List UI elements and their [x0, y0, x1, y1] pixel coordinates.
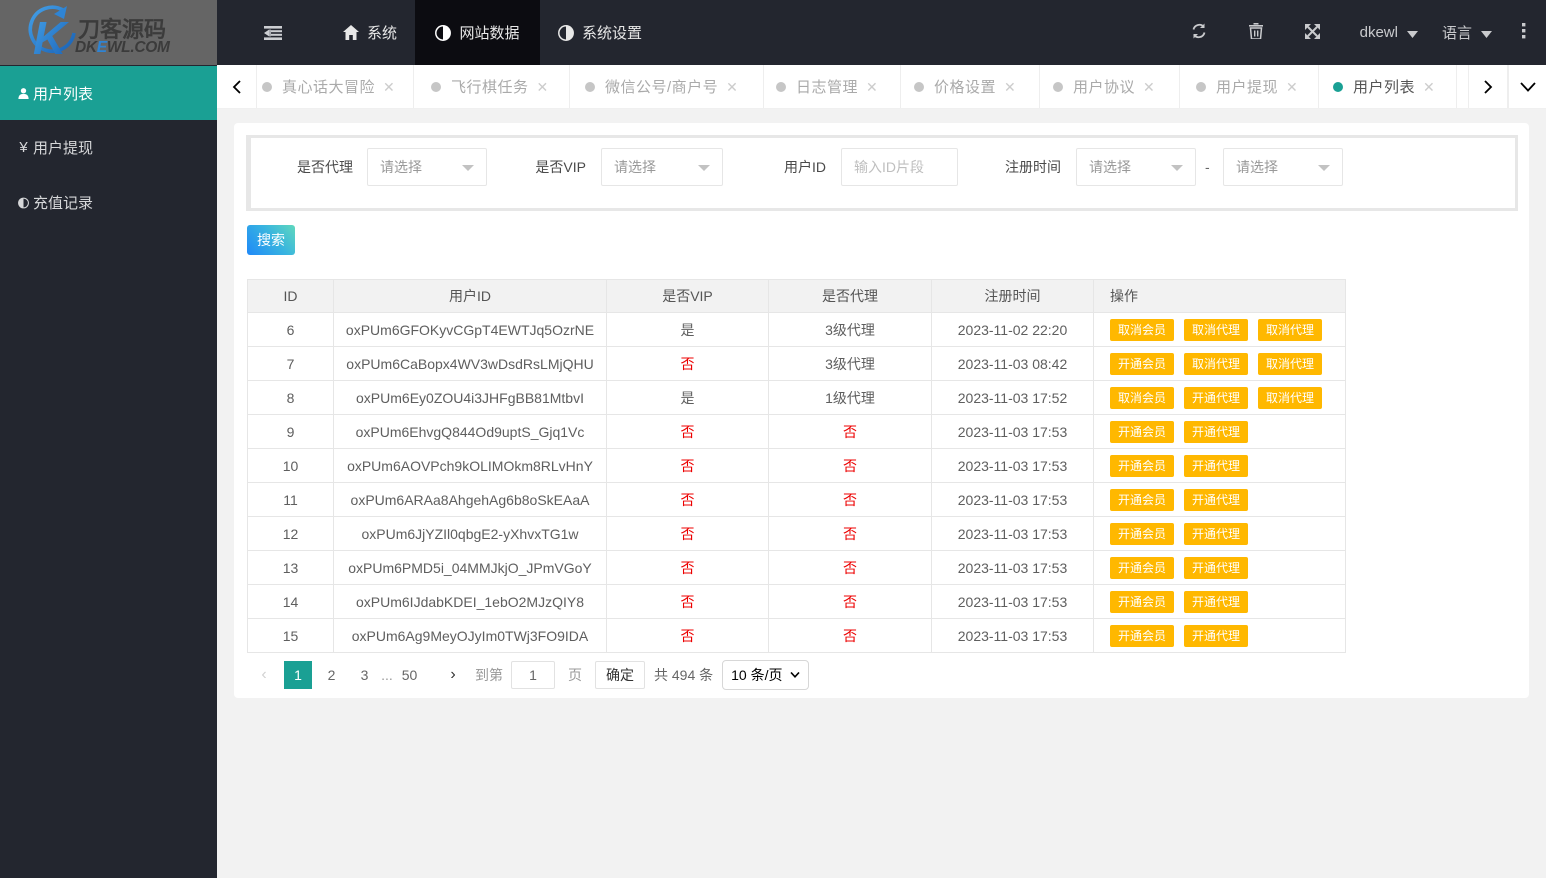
svg-text:DKEWL.COM: DKEWL.COM [75, 39, 171, 56]
svg-text:K: K [33, 12, 69, 64]
